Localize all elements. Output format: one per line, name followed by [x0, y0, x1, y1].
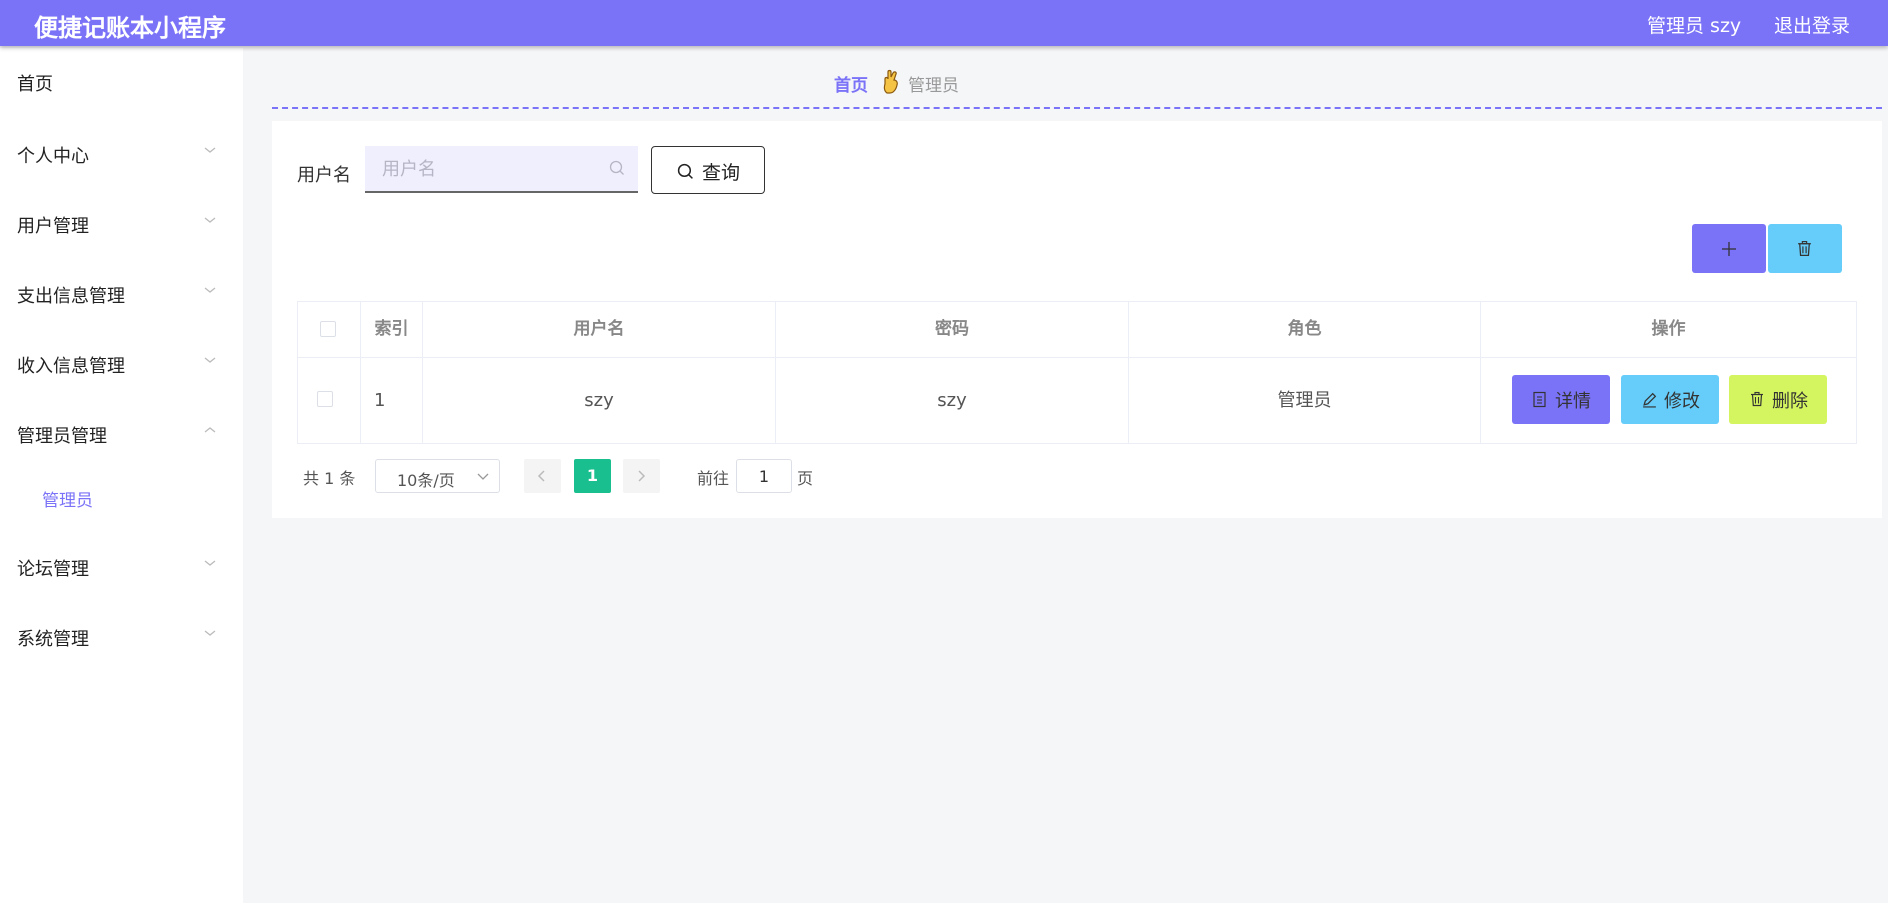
sidebar-item-label: 系统管理 [17, 629, 89, 650]
sidebar-item-system-management[interactable]: 系统管理 [0, 616, 243, 656]
pencil-icon [1643, 392, 1657, 408]
page-size-select[interactable]: 10条/页 [375, 459, 500, 493]
row-checkbox[interactable] [317, 391, 333, 407]
sidebar-item-admin-management[interactable]: 管理员管理 [0, 413, 243, 453]
chevron-down-icon [204, 560, 216, 566]
sidebar-item-forum-management[interactable]: 论坛管理 [0, 546, 243, 586]
page-size-value: 10条/页 [397, 471, 455, 490]
chevron-down-icon [204, 630, 216, 636]
sidebar-item-label: 首页 [17, 74, 53, 95]
chevron-right-icon [638, 470, 646, 482]
current-user-label: 管理员 szy [1647, 15, 1742, 37]
row-username: szy [584, 390, 614, 411]
logout-button[interactable]: 退出登录 [1774, 11, 1850, 38]
sidebar-item-income-management[interactable]: 收入信息管理 [0, 343, 243, 383]
chevron-up-icon [204, 427, 216, 433]
sidebar-item-user-management[interactable]: 用户管理 [0, 203, 243, 243]
pagination-total: 共 1 条 [303, 469, 356, 488]
sidebar-item-home[interactable]: 首页 [0, 61, 243, 101]
admin-table: 索引 用户名 密码 角色 操作 1 szy szy 管理员 详情 修改 删除 [297, 301, 1857, 444]
trash-icon [1798, 241, 1811, 257]
select-all-checkbox[interactable] [320, 321, 336, 337]
sidebar-item-expense-management[interactable]: 支出信息管理 [0, 273, 243, 313]
sidebar-item-label: 支出信息管理 [17, 286, 125, 307]
chevron-down-icon [204, 357, 216, 363]
goto-page-input[interactable] [736, 459, 792, 493]
chevron-down-icon [204, 287, 216, 293]
breadcrumb-current: 管理员 [908, 76, 959, 96]
sidebar-subitem-admin[interactable]: 管理员 [0, 477, 243, 517]
row-password: szy [937, 390, 967, 411]
chevron-down-icon [204, 217, 216, 223]
delete-button[interactable]: 删除 [1729, 375, 1827, 424]
chevron-left-icon [537, 470, 545, 482]
top-header: 便捷记账本小程序 管理员 szy 退出登录 [0, 0, 1888, 46]
chevron-down-icon [204, 147, 216, 153]
trash-icon [1751, 391, 1763, 407]
sidebar-item-label: 个人中心 [17, 146, 89, 167]
sidebar-item-personal-center[interactable]: 个人中心 [0, 133, 243, 173]
search-label: 用户名 [297, 165, 351, 186]
breadcrumb-divider [272, 107, 1882, 109]
row-role: 管理员 [1277, 390, 1332, 411]
batch-delete-button[interactable] [1768, 224, 1842, 273]
plus-icon [1722, 242, 1736, 256]
search-icon [609, 160, 624, 175]
column-header-role: 角色 [1287, 319, 1322, 339]
prev-page-button[interactable] [524, 459, 561, 493]
next-page-button[interactable] [623, 459, 660, 493]
search-box [365, 146, 638, 193]
goto-suffix-label: 页 [797, 469, 814, 488]
hand-icon [883, 69, 898, 94]
breadcrumb-home[interactable]: 首页 [834, 71, 868, 96]
row-index: 1 [374, 390, 386, 411]
document-icon [1533, 391, 1546, 408]
column-header-index: 索引 [374, 319, 409, 339]
column-header-username: 用户名 [573, 319, 625, 339]
page-number-active[interactable]: 1 [574, 459, 611, 493]
goto-label: 前往 [697, 469, 730, 488]
detail-button-label: 详情 [1555, 391, 1591, 412]
main-panel: 用户名 查询 [272, 121, 1882, 518]
delete-button-label: 删除 [1772, 391, 1808, 412]
sidebar-item-label: 收入信息管理 [17, 356, 125, 377]
column-header-password: 密码 [935, 319, 969, 339]
username-search-input[interactable] [365, 146, 614, 192]
chevron-down-icon [477, 473, 489, 480]
app-title: 便捷记账本小程序 [34, 14, 226, 42]
sidebar: 首页 个人中心 用户管理 支出信息管理 收入信息管理 管理员管理 管理员 论坛管… [0, 48, 243, 903]
edit-button[interactable]: 修改 [1621, 375, 1719, 424]
edit-button-label: 修改 [1664, 391, 1700, 412]
sidebar-subitem-label: 管理员 [42, 491, 93, 511]
sidebar-item-label: 用户管理 [17, 216, 89, 237]
query-button[interactable]: 查询 [651, 146, 765, 194]
detail-button[interactable]: 详情 [1512, 375, 1610, 424]
sidebar-item-label: 管理员管理 [17, 426, 107, 447]
column-header-actions: 操作 [1651, 319, 1686, 339]
add-button[interactable] [1692, 224, 1766, 273]
sidebar-item-label: 论坛管理 [17, 559, 89, 580]
search-icon [677, 163, 693, 179]
query-button-label: 查询 [702, 162, 741, 184]
